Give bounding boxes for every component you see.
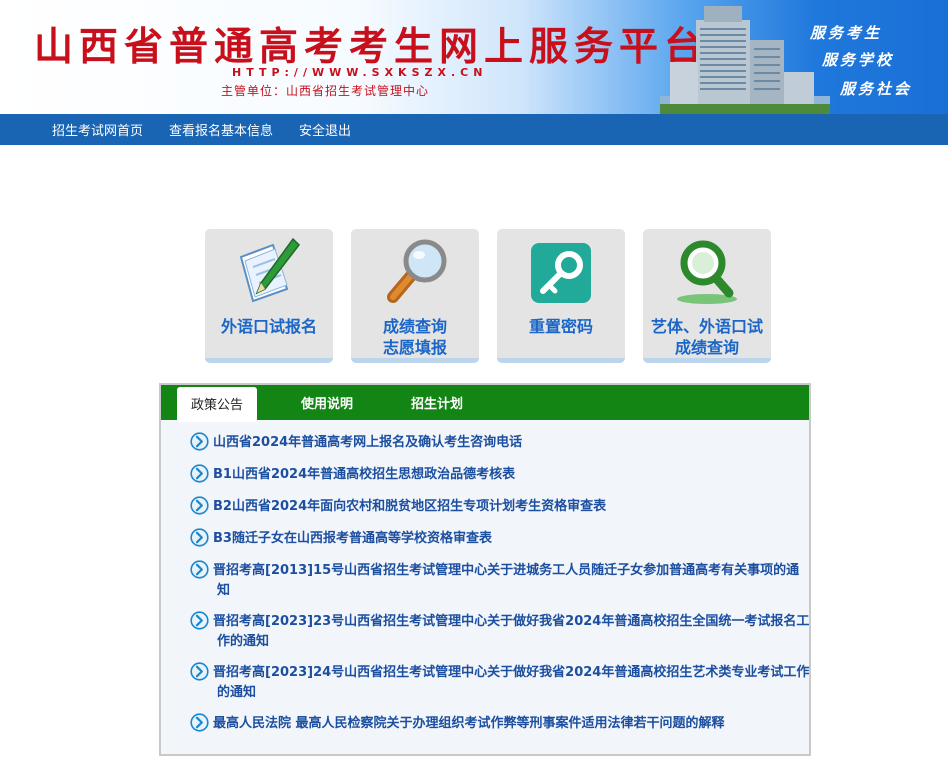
tab-enrollment-plan[interactable]: 招生计划 <box>411 385 463 420</box>
tab-policy-announcements[interactable]: 政策公告 <box>177 387 258 422</box>
tile-label-line2: 成绩查询 <box>674 338 739 357</box>
tile-score-query-application[interactable]: 成绩查询 志愿填报 <box>351 229 479 363</box>
notice-title[interactable]: 最高人民法院 最高人民检察院关于办理组织考试作弊等刑事案件适用法律若干问题的解释 <box>213 716 725 731</box>
notice-title[interactable]: B2山西省2024年面向农村和脱贫地区招生专项计划考生资格审查表 <box>213 499 606 514</box>
arrow-right-icon <box>190 432 209 451</box>
notice-panel: 政策公告 使用说明 招生计划 山西省2024年普通高考网上报名及确认考生咨询电话… <box>159 383 811 756</box>
header-banner: 山西省普通高考考生网上服务平台 HTTP://WWW.SXKSZX.CN 主管单… <box>0 0 948 114</box>
search-green-icon <box>677 240 737 304</box>
arrow-right-icon <box>190 496 209 515</box>
tab-bar: 政策公告 使用说明 招生计划 <box>161 385 809 422</box>
nav-home-link[interactable]: 招生考试网首页 <box>52 120 143 139</box>
arrow-right-icon <box>190 464 209 483</box>
key-icon <box>531 243 591 303</box>
notice-item[interactable]: 晋招考高[2023]23号山西省招生考试管理中心关于做好我省2024年普通高校招… <box>161 611 809 652</box>
tile-art-oral-score-query[interactable]: 艺体、外语口试 成绩查询 <box>643 229 771 363</box>
top-nav: 招生考试网首页 查看报名基本信息 安全退出 <box>0 114 948 145</box>
notice-item[interactable]: B1山西省2024年普通高校招生思想政治品德考核表 <box>161 464 809 485</box>
site-title: 山西省普通高考考生网上服务平台 <box>34 24 710 70</box>
notice-title[interactable]: B3随迁子女在山西报考普通高等学校资格审查表 <box>213 531 492 546</box>
tile-label-line2: 志愿填报 <box>382 338 447 357</box>
notice-list: 山西省2024年普通高考网上报名及确认考生咨询电话 B1山西省2024年普通高校… <box>161 420 809 734</box>
nav-view-registration-link[interactable]: 查看报名基本信息 <box>169 120 273 139</box>
tab-instructions[interactable]: 使用说明 <box>301 385 353 420</box>
site-url: HTTP://WWW.SXKSZX.CN <box>232 66 488 79</box>
notice-item[interactable]: B3随迁子女在山西报考普通高等学校资格审查表 <box>161 528 809 549</box>
notice-item[interactable]: 最高人民法院 最高人民检察院关于办理组织考试作弊等刑事案件适用法律若干问题的解释 <box>161 713 809 734</box>
magnifier-icon <box>387 239 447 303</box>
tile-label-line1: 成绩查询 <box>382 317 447 336</box>
arrow-right-icon <box>190 560 209 579</box>
building-illustration <box>660 6 830 114</box>
slogan-2: 服务学校 <box>822 51 895 69</box>
slogan-1: 服务考生 <box>810 24 883 42</box>
arrow-right-icon <box>190 713 209 732</box>
notice-title[interactable]: 晋招考高[2023]23号山西省招生考试管理中心关于做好我省2024年普通高校招… <box>213 614 809 649</box>
notice-title[interactable]: B1山西省2024年普通高校招生思想政治品德考核表 <box>213 467 515 482</box>
pen-paper-icon <box>239 237 300 303</box>
nav-logout-link[interactable]: 安全退出 <box>299 120 351 139</box>
arrow-right-icon <box>190 611 209 630</box>
tile-label-line1: 重置密码 <box>528 317 593 336</box>
tile-label-line1: 艺体、外语口试 <box>650 317 763 336</box>
arrow-right-icon <box>190 662 209 681</box>
tile-oral-exam-registration[interactable]: 外语口试报名 <box>205 229 333 363</box>
notice-item[interactable]: 晋招考高[2013]15号山西省招生考试管理中心关于进城务工人员随迁子女参加普通… <box>161 560 809 601</box>
notice-item[interactable]: B2山西省2024年面向农村和脱贫地区招生专项计划考生资格审查表 <box>161 496 809 517</box>
arrow-right-icon <box>190 528 209 547</box>
notice-item[interactable]: 山西省2024年普通高考网上报名及确认考生咨询电话 <box>161 432 809 453</box>
notice-item[interactable]: 晋招考高[2023]24号山西省招生考试管理中心关于做好我省2024年普通高校招… <box>161 662 809 703</box>
function-tiles: 外语口试报名 成绩查询 志愿填报 重置密码 艺体、外语口试 成绩查询 <box>205 229 771 363</box>
tile-reset-password[interactable]: 重置密码 <box>497 229 625 363</box>
notice-title[interactable]: 山西省2024年普通高考网上报名及确认考生咨询电话 <box>213 435 522 450</box>
slogan-3: 服务社会 <box>840 80 913 98</box>
tile-label-line1: 外语口试报名 <box>220 317 317 336</box>
notice-title[interactable]: 晋招考高[2013]15号山西省招生考试管理中心关于进城务工人员随迁子女参加普通… <box>213 563 799 598</box>
slogans: 服务考生 服务学校 服务社会 <box>808 20 928 100</box>
notice-title[interactable]: 晋招考高[2023]24号山西省招生考试管理中心关于做好我省2024年普通高校招… <box>213 665 809 700</box>
organizer-text: 主管单位：山西省招生考试管理中心 <box>221 84 430 98</box>
